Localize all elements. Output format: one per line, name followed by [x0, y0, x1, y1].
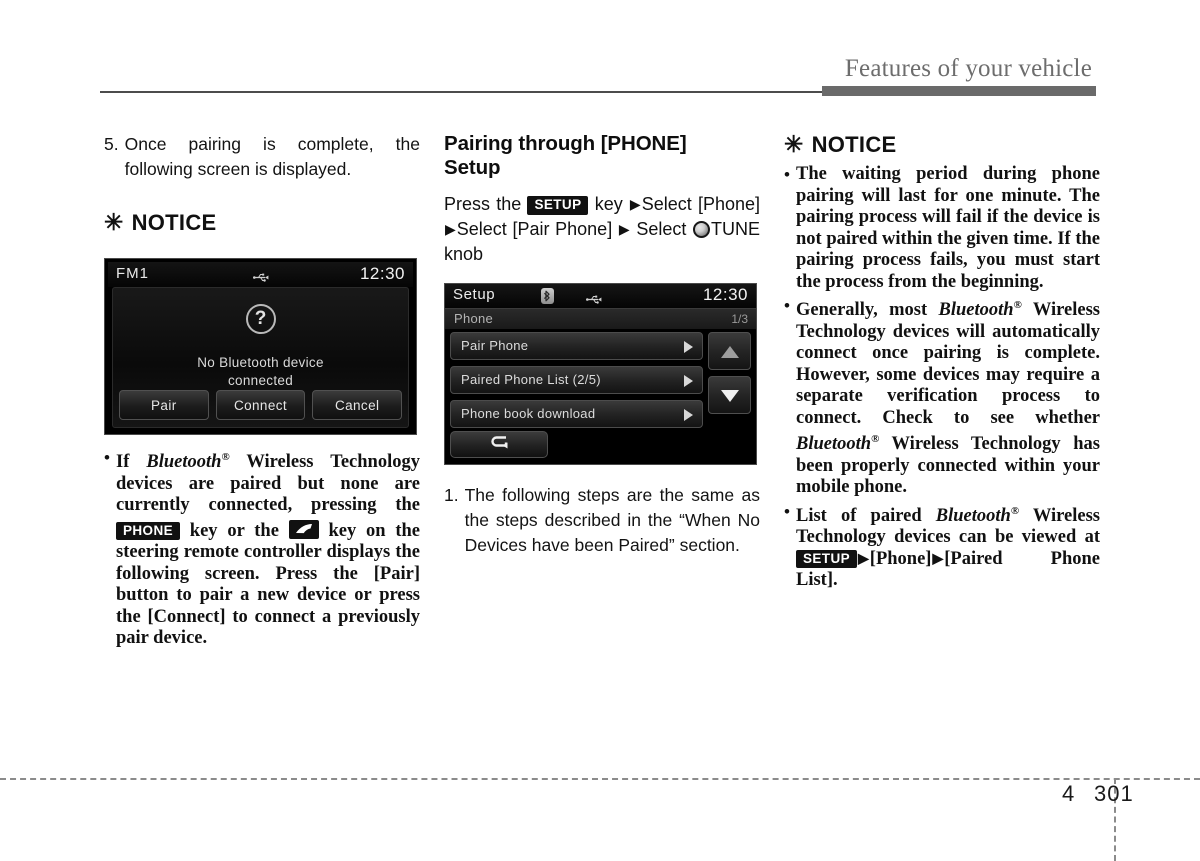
- page-number: 301: [1094, 781, 1134, 806]
- menu-item-paired-phone-list[interactable]: Paired Phone List (2/5): [450, 366, 703, 394]
- bluetooth-wordmark: Bluetooth: [796, 434, 872, 455]
- list-item: • The waiting period during phone pairin…: [784, 164, 1100, 293]
- left-bullet-text: If Bluetooth® Wireless Technology device…: [116, 451, 420, 649]
- right-bullet-text: List of paired Bluetooth® Wireless Techn…: [796, 504, 1101, 591]
- setup-scrollbar: [708, 332, 751, 420]
- chapter-number: 4: [1062, 781, 1076, 806]
- bluetooth-wordmark: Bluetooth: [146, 452, 222, 473]
- menu-item-label: Phone book download: [461, 406, 596, 421]
- right-notice-label: NOTICE: [811, 132, 897, 157]
- radio-dialog-buttons: Pair Connect Cancel: [119, 390, 403, 420]
- scroll-down-button[interactable]: [708, 376, 751, 414]
- menu-item-label: Pair Phone: [461, 338, 529, 353]
- menu-item-phone-book-download[interactable]: Phone book download: [450, 400, 703, 428]
- setup-menu-list: Pair Phone Paired Phone List (2/5) Phone…: [450, 332, 703, 434]
- usb-icon: [252, 270, 269, 288]
- section-title-line1: Pairing through [PHONE]: [444, 132, 687, 155]
- list-item: • If Bluetooth® Wireless Technology devi…: [104, 447, 420, 650]
- manual-page: Features of your vehicle 5. Once pairing…: [0, 0, 1200, 861]
- page-header: Features of your vehicle: [100, 55, 1096, 96]
- header-accent-bar: [822, 86, 1096, 96]
- setup-subheader-label: Phone: [454, 311, 494, 326]
- setup-screen-image: Setup 12:30 Phone 1/3 Pair Phone Paired …: [444, 283, 757, 465]
- back-arrow-icon: [487, 434, 511, 456]
- radio-source-label: FM1: [116, 265, 149, 282]
- left-column: 5. Once pairing is complete, the followi…: [104, 132, 420, 650]
- phone-handset-icon: [288, 519, 319, 539]
- setup-instruction: Press the SETUP key ▶Select [Phone]▶Sele…: [444, 194, 761, 264]
- right-bullet-text: Generally, most Bluetooth® Wireless Tech…: [796, 299, 1101, 498]
- bullet-dot: •: [784, 501, 790, 521]
- page-header-title: Features of your vehicle: [844, 55, 1092, 82]
- radio-dialog: ? No Bluetooth device connected Pair Con…: [112, 287, 409, 428]
- middle-step-text: The following steps are the same as the …: [464, 485, 760, 555]
- arrow-right-marker: ▶: [858, 551, 869, 567]
- crop-mark-horizontal: [0, 778, 1200, 780]
- radio-status-bar: FM1 12:30: [108, 262, 413, 287]
- asterisk-icon: ✳: [104, 209, 124, 235]
- right-bullet-list: • The waiting period during phone pairin…: [784, 164, 1100, 592]
- arrow-right-marker: ▶: [932, 551, 944, 567]
- phone-key-badge: PHONE: [116, 521, 181, 541]
- arrow-right-marker: ▶: [618, 221, 630, 237]
- radio-dialog-message-line2: connected: [228, 373, 293, 388]
- registered-mark: ®: [871, 433, 880, 446]
- pair-button[interactable]: Pair: [119, 390, 209, 420]
- scroll-down-icon: [720, 390, 739, 402]
- question-mark-icon: ?: [245, 304, 276, 334]
- bluetooth-wordmark: Bluetooth: [935, 505, 1011, 526]
- asterisk-icon: ✳: [784, 131, 804, 157]
- radio-dialog-message-line1: No Bluetooth device: [197, 355, 324, 370]
- left-bullet-list: • If Bluetooth® Wireless Technology devi…: [104, 447, 420, 650]
- connect-button[interactable]: Connect: [215, 390, 306, 420]
- middle-step: 1. The following steps are the same as t…: [444, 483, 760, 558]
- chevron-right-icon: [684, 375, 693, 387]
- chevron-right-icon: [684, 409, 693, 421]
- setup-screen-body: Pair Phone Paired Phone List (2/5) Phone…: [445, 328, 756, 464]
- bluetooth-wordmark: Bluetooth: [938, 300, 1014, 321]
- arrow-right-marker: ▶: [629, 196, 641, 212]
- radio-screen-image: FM1 12:30 ? No Bluetooth device connecte…: [104, 258, 417, 435]
- left-step-text: Once pairing is complete, the following …: [124, 134, 420, 179]
- left-step: 5. Once pairing is complete, the followi…: [104, 132, 420, 182]
- bullet-dot: •: [784, 296, 790, 315]
- radio-clock: 12:30: [359, 264, 405, 283]
- setup-status-bar: Setup 12:30: [445, 284, 756, 308]
- bullet-dot: •: [104, 448, 110, 467]
- list-item: • List of paired Bluetooth® Wireless Tec…: [784, 501, 1100, 592]
- menu-item-pair-phone[interactable]: Pair Phone: [450, 332, 703, 360]
- registered-mark: ®: [1013, 299, 1022, 311]
- left-notice-label: NOTICE: [131, 210, 217, 235]
- bullet-dot: •: [784, 165, 790, 184]
- setup-screen-title: Setup: [453, 286, 496, 303]
- registered-mark: ®: [1010, 504, 1020, 517]
- registered-mark: ®: [221, 451, 230, 463]
- cancel-button[interactable]: Cancel: [312, 390, 403, 420]
- setup-subheader: Phone 1/3: [445, 308, 756, 329]
- setup-subheader-page: 1/3: [731, 312, 748, 326]
- right-column: ✳ NOTICE • The waiting period during pho…: [784, 132, 1100, 592]
- right-notice-heading: ✳ NOTICE: [784, 132, 1100, 158]
- menu-item-label: Paired Phone List (2/5): [461, 372, 601, 387]
- right-bullet-text: The waiting period during phone pairing …: [796, 164, 1100, 292]
- chevron-right-icon: [684, 341, 693, 353]
- setup-clock: 12:30: [702, 285, 748, 304]
- left-notice-heading: ✳ NOTICE: [104, 210, 420, 236]
- scroll-up-button[interactable]: [708, 332, 751, 370]
- scroll-up-icon: [720, 346, 739, 358]
- section-title-line2: Setup: [444, 156, 501, 179]
- back-button[interactable]: [450, 431, 548, 458]
- list-item: • Generally, most Bluetooth® Wireless Te…: [784, 295, 1100, 499]
- radio-dialog-message: No Bluetooth device connected: [113, 354, 408, 390]
- left-step-number: 5.: [104, 134, 119, 154]
- setup-key-badge: SETUP: [796, 549, 858, 569]
- section-title: Pairing through [PHONE] Setup: [444, 132, 760, 180]
- bluetooth-icon: [541, 288, 554, 304]
- arrow-right-marker: ▶: [445, 221, 456, 237]
- tune-knob-icon: [693, 221, 711, 238]
- middle-step-number: 1.: [444, 485, 459, 505]
- middle-column: Pairing through [PHONE] Setup Press the …: [444, 132, 760, 558]
- setup-key-badge: SETUP: [527, 196, 589, 215]
